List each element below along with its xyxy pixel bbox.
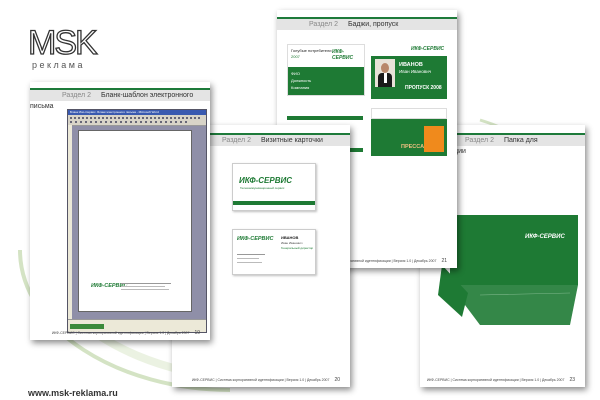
pass-logo: ИКФ-СЕРВИС bbox=[411, 46, 445, 52]
event-date: 2007 bbox=[291, 54, 300, 59]
section-title: Бланк-шаблон электронного письма bbox=[30, 92, 194, 110]
folder-logo: ИКФ-СЕРВИС bbox=[525, 234, 565, 240]
section-bar: Раздел 2 Бланк-шаблон электронного письм… bbox=[30, 88, 210, 110]
page-letter: Раздел 2 Бланк-шаблон электронного письм… bbox=[30, 82, 210, 340]
section-label: Раздел 2 bbox=[465, 137, 494, 144]
word-ruler-left bbox=[68, 125, 72, 320]
page-number: 19 bbox=[194, 330, 200, 336]
card-tagline: Телекоммуникационный сервис bbox=[240, 186, 285, 190]
page-number: 23 bbox=[569, 377, 575, 383]
press-orange-block bbox=[424, 126, 444, 152]
section-title: Баджи, пропуск bbox=[347, 21, 399, 28]
section-label: Раздел 2 bbox=[222, 137, 251, 144]
badge-pass: ИКФ-СЕРВИС ИВАНОВ Иван Иванович ПРОПУСК … bbox=[371, 44, 447, 99]
fio-label: ФИО bbox=[291, 71, 301, 76]
footer-text: ИКФ-СЕРВИС | Система корпоративной идент… bbox=[191, 378, 330, 382]
badge-green-band: ФИО Должность Компания bbox=[288, 67, 364, 95]
word-window: Бланк Ико-Сервис. Бланк электронного пис… bbox=[67, 109, 207, 333]
pass-name: ИВАНОВ bbox=[399, 62, 423, 68]
logo-subtitle: реклама bbox=[32, 60, 85, 70]
badge-left: Голубые потребители 2007 ИКФ-СЕРВИС ФИО … bbox=[287, 44, 365, 96]
footer-text: ИКФ-СЕРВИС | Система корпоративной идент… bbox=[51, 331, 190, 335]
business-card-back: ИКФ-СЕРВИС ИВАНОВ Иван Иванович Генераль… bbox=[232, 229, 316, 275]
card-back-logo: ИКФ-СЕРВИС bbox=[237, 236, 274, 242]
page-number: 21 bbox=[441, 258, 447, 264]
card-green-strip bbox=[233, 201, 315, 205]
page-footer: ИКФ-СЕРВИС | Система корпоративной идент… bbox=[420, 377, 585, 383]
word-toolbar bbox=[68, 115, 206, 126]
logo-text: MSK bbox=[27, 23, 98, 62]
word-document-page: ИКФ-СЕРВИС bbox=[78, 130, 192, 312]
section-label: Раздел 2 bbox=[62, 92, 91, 99]
website-link[interactable]: www.msk-reklama.ru bbox=[28, 388, 118, 398]
pass-label: ПРОПУСК 2008 bbox=[405, 85, 442, 91]
section-title: Визитные карточки bbox=[260, 137, 323, 144]
company-label: Компания bbox=[291, 85, 310, 90]
card-logo: ИКФ-СЕРВИС bbox=[239, 176, 293, 185]
event-label: Голубые потребители bbox=[291, 48, 332, 53]
page-footer: ИКФ-СЕРВИС | Система корпоративной идент… bbox=[172, 377, 350, 383]
brand-logo: MSK реклама bbox=[27, 23, 100, 70]
footer-text: ИКФ-СЕРВИС | Система корпоративной идент… bbox=[426, 378, 565, 382]
card-name: ИВАНОВ bbox=[281, 235, 299, 240]
page-number: 20 bbox=[334, 377, 340, 383]
person-photo bbox=[375, 59, 395, 87]
press-label: ПРЕССА bbox=[401, 144, 425, 150]
card-position: Генеральный директор bbox=[281, 246, 314, 250]
pass-patronymic: Иван Иванович bbox=[399, 69, 432, 74]
section-bar: Раздел 2 Баджи, пропуск bbox=[277, 17, 457, 30]
card-patronymic: Иван Иванович bbox=[281, 241, 303, 245]
page-footer: ИКФ-СЕРВИС | Система корпоративной идент… bbox=[30, 330, 210, 336]
business-card-front: ИКФ-СЕРВИС Телекоммуникационный сервис bbox=[232, 163, 316, 211]
position-label: Должность bbox=[291, 78, 312, 83]
badge-logo: ИКФ-СЕРВИС bbox=[332, 49, 354, 61]
badge-press: ПРЕССА bbox=[371, 108, 447, 156]
section-label: Раздел 2 bbox=[309, 21, 338, 28]
badge-pass-top: ИКФ-СЕРВИС bbox=[371, 44, 447, 56]
